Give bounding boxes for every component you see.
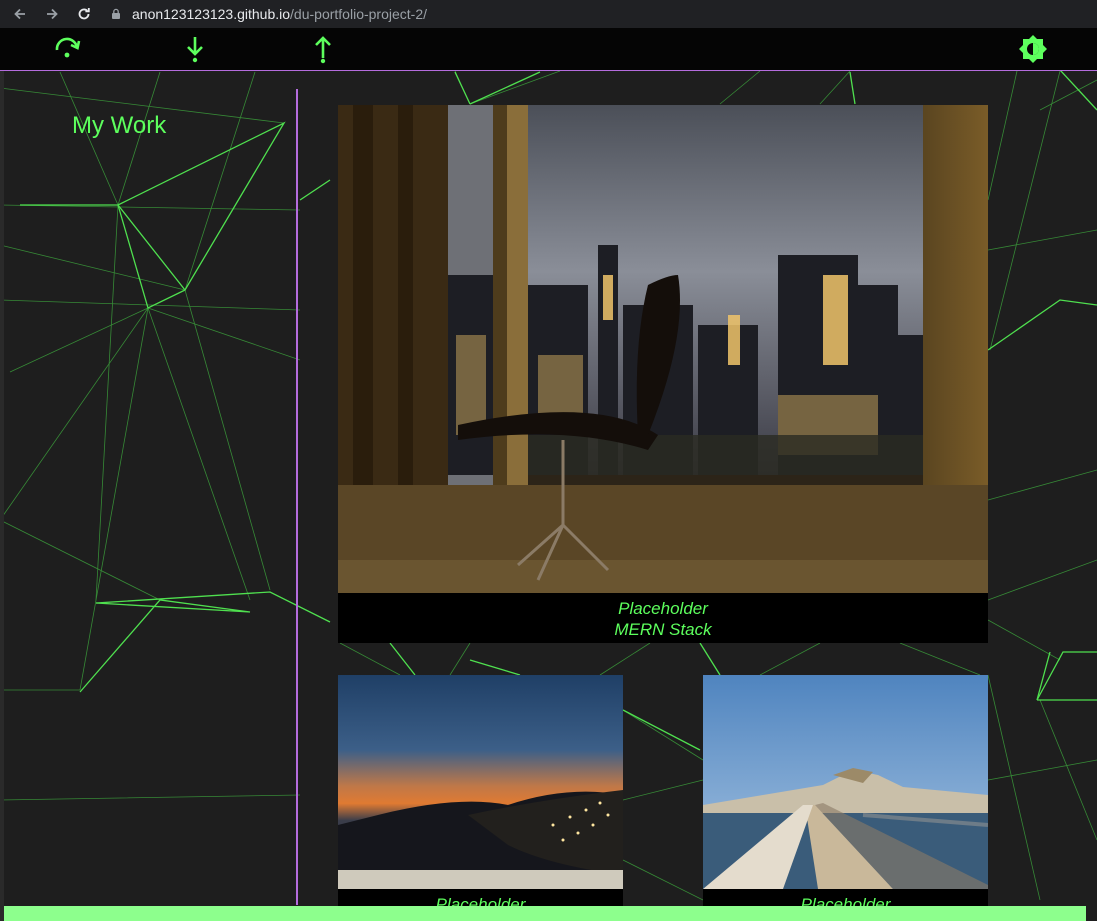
reload-button[interactable] xyxy=(72,2,96,26)
redo-button[interactable] xyxy=(51,34,83,64)
back-arrow-icon xyxy=(14,8,25,20)
arrow-down-icon xyxy=(187,37,203,63)
url-path: /du-portfolio-project-2/ xyxy=(290,6,427,22)
project-image xyxy=(338,675,623,889)
project-image xyxy=(338,105,988,593)
project-card[interactable]: Placeholder xyxy=(703,675,988,921)
upload-button[interactable] xyxy=(307,34,339,64)
redo-icon xyxy=(55,37,81,58)
project-subtitle: MERN Stack xyxy=(614,620,712,639)
forward-arrow-icon xyxy=(47,8,58,20)
download-button[interactable] xyxy=(179,34,211,64)
browser-toolbar: anon123123123.github.io/du-portfolio-pro… xyxy=(0,0,1097,28)
project-card[interactable]: Placeholder MERN Stack xyxy=(338,105,988,643)
address-bar[interactable]: anon123123123.github.io/du-portfolio-pro… xyxy=(110,6,427,22)
sidebar-divider xyxy=(296,89,298,905)
left-edge-strip xyxy=(0,71,4,921)
bottom-bar xyxy=(4,906,1086,921)
page-title: My Work xyxy=(72,112,167,139)
project-caption: Placeholder MERN Stack xyxy=(338,598,988,640)
project-card[interactable]: Placeholder xyxy=(338,675,623,921)
project-title: Placeholder xyxy=(618,599,708,618)
lock-icon xyxy=(112,8,120,19)
site-nav xyxy=(0,28,1097,71)
theme-toggle-button[interactable] xyxy=(1017,34,1049,64)
arrow-up-icon xyxy=(315,36,331,64)
project-image xyxy=(703,675,988,889)
back-button[interactable] xyxy=(8,2,32,26)
reload-icon xyxy=(78,8,90,20)
forward-button[interactable] xyxy=(40,2,64,26)
url-host: anon123123123.github.io xyxy=(132,6,291,22)
brightness-icon xyxy=(1019,35,1047,63)
